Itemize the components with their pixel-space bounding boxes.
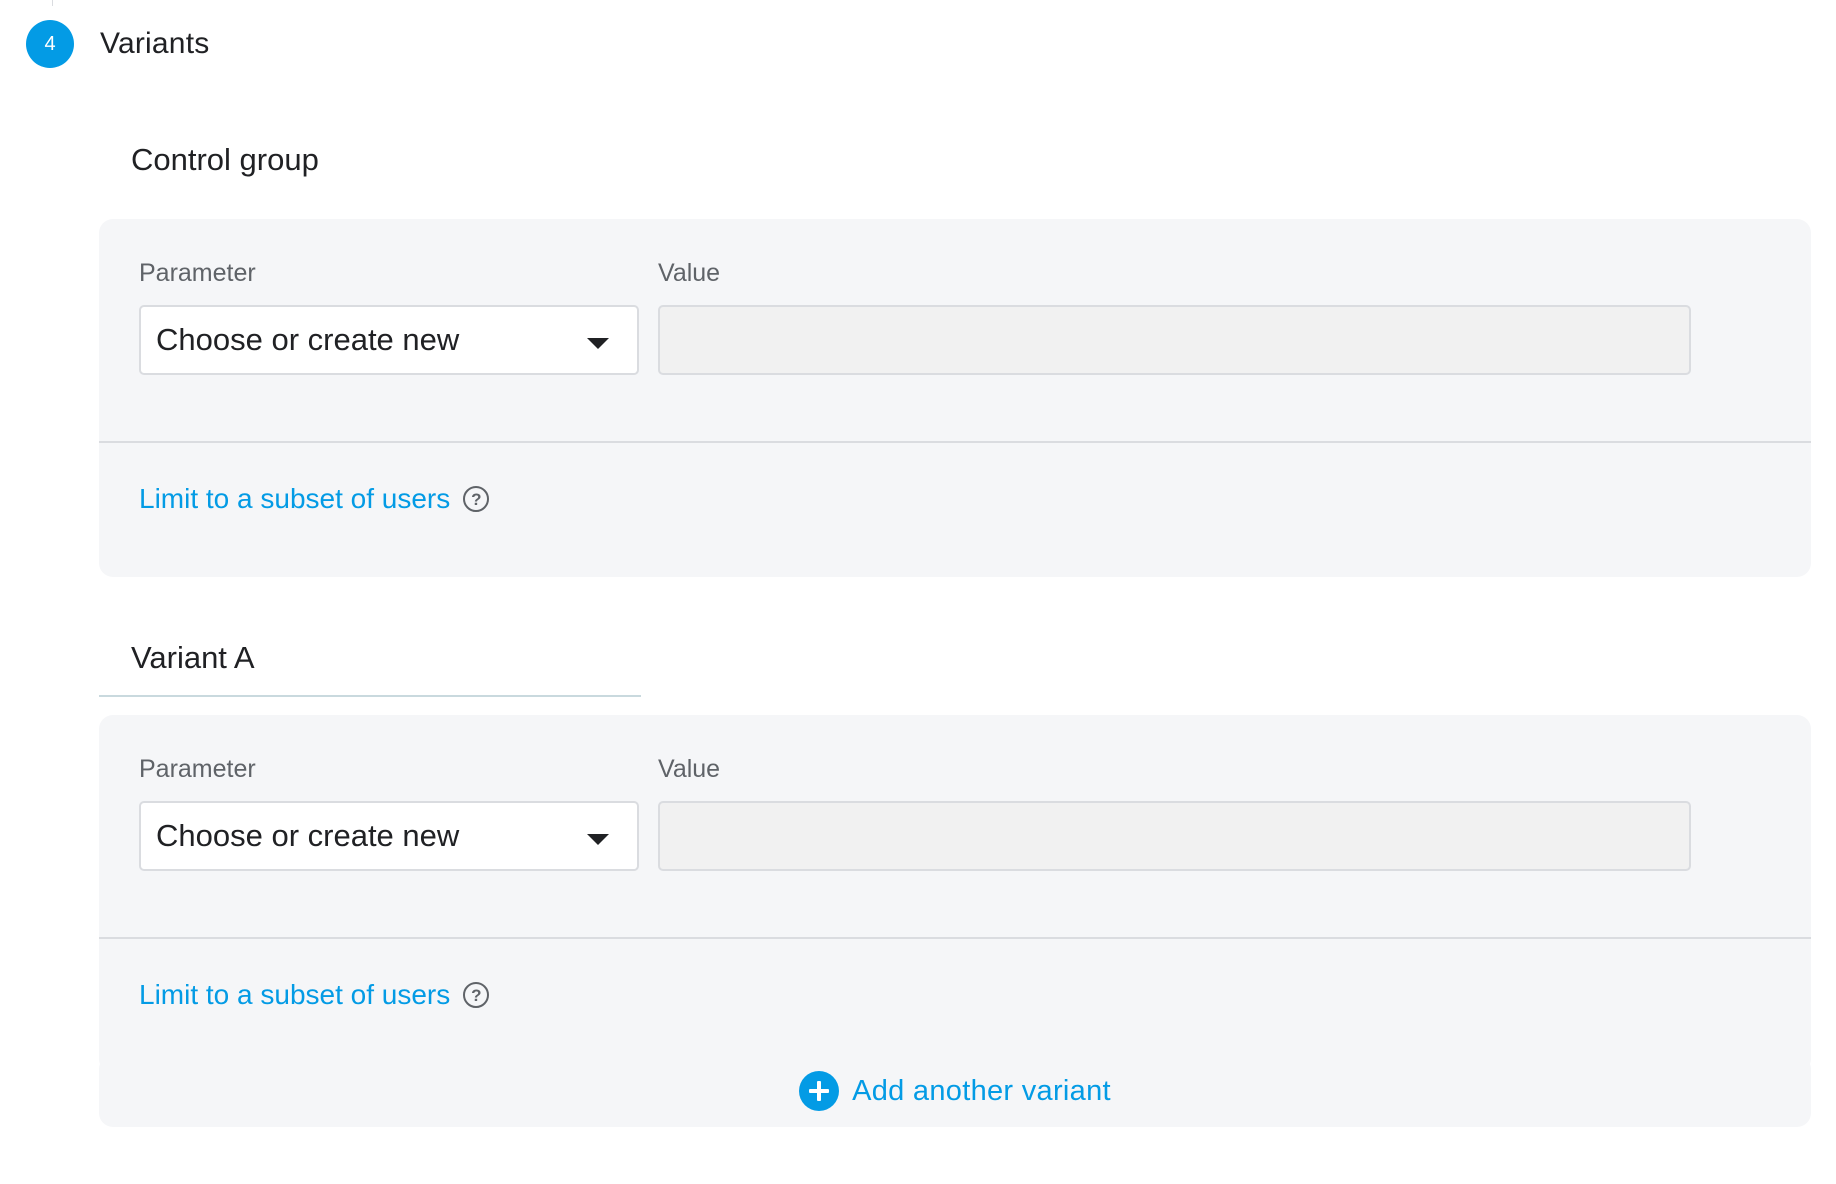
control-group-card: Parameter Value Choose or create new Lim… bbox=[99, 219, 1811, 577]
step-number-badge: 4 bbox=[26, 20, 74, 68]
add-another-variant-label: Add another variant bbox=[852, 1074, 1111, 1107]
parameter-label: Parameter bbox=[139, 755, 256, 783]
variant-a-title[interactable]: Variant A bbox=[131, 640, 255, 676]
step-title: Variants bbox=[100, 27, 210, 60]
control-group-title: Control group bbox=[131, 142, 319, 177]
stepper-rail-line bbox=[52, 0, 53, 6]
control-limit-subset-link[interactable]: Limit to a subset of users ? bbox=[139, 483, 490, 515]
add-circle-icon bbox=[799, 1071, 840, 1111]
variant-a-card: Parameter Value Choose or create new Lim… bbox=[99, 715, 1811, 1073]
control-value-input[interactable] bbox=[658, 305, 1691, 375]
help-circle-icon[interactable]: ? bbox=[463, 486, 490, 512]
variant-a-parameter-select[interactable]: Choose or create new bbox=[139, 801, 639, 871]
variant-a-title-underline bbox=[99, 695, 641, 697]
card-divider bbox=[99, 937, 1811, 939]
step-header: 4 Variants bbox=[26, 20, 209, 68]
limit-subset-text: Limit to a subset of users bbox=[139, 483, 451, 514]
card-divider bbox=[99, 441, 1811, 443]
control-parameter-select-text: Choose or create new bbox=[156, 322, 460, 357]
value-label: Value bbox=[658, 755, 721, 783]
value-label: Value bbox=[658, 259, 721, 287]
parameter-label: Parameter bbox=[139, 259, 256, 287]
variant-a-value-input[interactable] bbox=[658, 801, 1691, 871]
chevron-down-icon bbox=[587, 338, 609, 349]
help-circle-icon[interactable]: ? bbox=[463, 982, 490, 1008]
limit-subset-text: Limit to a subset of users bbox=[139, 979, 451, 1010]
variant-a-parameter-select-text: Choose or create new bbox=[156, 818, 460, 853]
variant-a-limit-subset-link[interactable]: Limit to a subset of users ? bbox=[139, 979, 490, 1011]
add-another-variant-button[interactable]: Add another variant bbox=[99, 1055, 1811, 1127]
control-parameter-select[interactable]: Choose or create new bbox=[139, 305, 639, 375]
variants-step-page: 4 Variants Control group Parameter Value… bbox=[0, 0, 1836, 1184]
chevron-down-icon bbox=[587, 834, 609, 845]
